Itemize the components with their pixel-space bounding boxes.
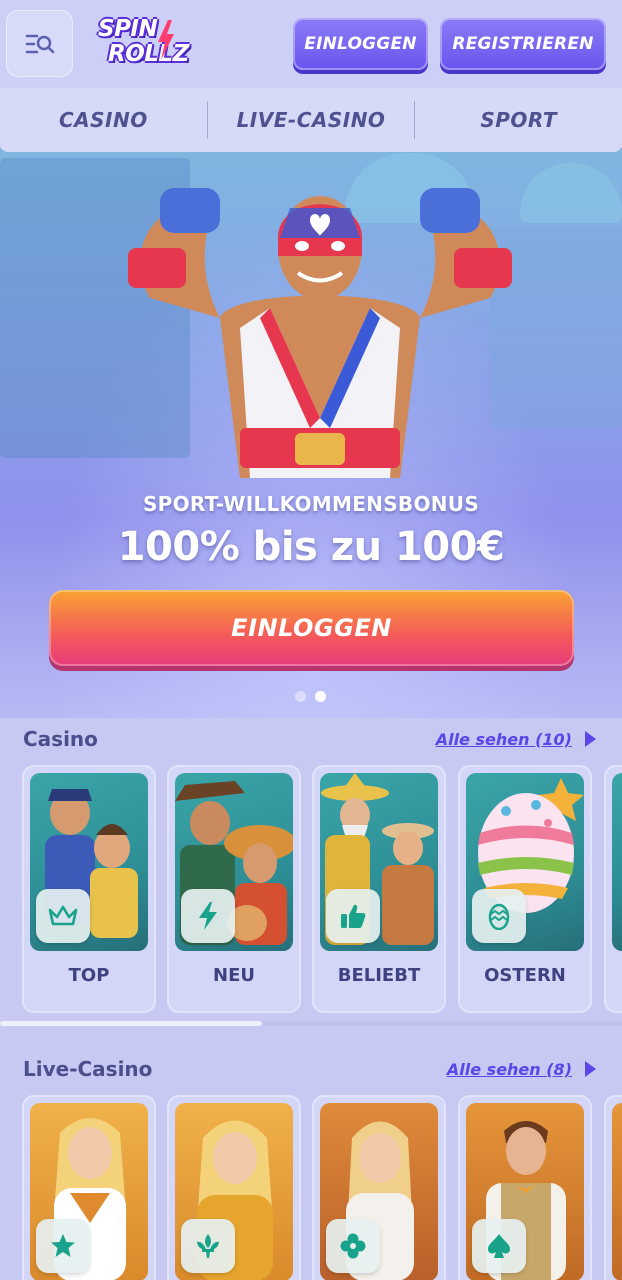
casino-see-all-arrow-icon[interactable] — [585, 731, 596, 747]
card-thumbnail — [612, 773, 622, 951]
casino-scroll-thumb[interactable] — [0, 1021, 262, 1026]
live-casino-see-all-link[interactable]: Alle sehen (8) — [447, 1060, 572, 1079]
header: SPIN ROLLZ EINLOGGEN REGISTRIEREN — [0, 0, 622, 88]
hero-subtitle: SPORT-WILLKOMMENSBONUS — [142, 492, 480, 516]
wrestler-illustration — [128, 188, 512, 478]
tab-live-casino[interactable]: LIVE-CASINO — [208, 108, 415, 132]
casino-see-all-link[interactable]: Alle sehen (10) — [436, 730, 572, 749]
thumbs-up-badge — [326, 889, 380, 943]
logo-line2: ROLLZ — [108, 41, 189, 67]
live-card-2[interactable] — [167, 1095, 301, 1280]
card-label: BELIEBT — [337, 965, 421, 986]
casino-card-top[interactable]: TOP — [22, 765, 156, 1013]
live-card-1[interactable] — [22, 1095, 156, 1280]
logo-bolt-icon — [158, 20, 174, 60]
easter-egg-badge — [472, 889, 526, 943]
casino-card-partial[interactable] — [604, 765, 622, 1013]
live-card-4[interactable] — [458, 1095, 592, 1280]
easter-egg-icon — [488, 903, 510, 930]
card-label: TOP — [68, 965, 110, 986]
crown-icon — [48, 905, 78, 926]
tab-casino[interactable]: CASINO — [0, 108, 207, 132]
hero-bg-structure — [520, 163, 622, 223]
carousel-dot-active[interactable] — [315, 691, 326, 702]
live-card-partial[interactable] — [604, 1095, 622, 1280]
lightning-badge — [181, 889, 235, 943]
casino-card-easter[interactable]: OSTERN — [458, 765, 592, 1013]
lightning-icon — [199, 902, 217, 930]
register-button[interactable]: REGISTRIEREN — [440, 18, 606, 70]
hero-banner[interactable]: SPORT-WILLKOMMENSBONUS 100% bis zu 100€ … — [0, 148, 622, 718]
card-thumbnail — [612, 1103, 622, 1280]
clover-icon — [340, 1233, 366, 1259]
menu-search-button[interactable] — [6, 10, 73, 77]
login-button[interactable]: EINLOGGEN — [293, 18, 428, 70]
spade-icon — [488, 1234, 510, 1258]
live-casino-section-title: Live-Casino — [23, 1057, 153, 1081]
star-badge — [36, 1219, 90, 1273]
casino-card-popular[interactable]: BELIEBT — [312, 765, 446, 1013]
tab-sport[interactable]: SPORT — [415, 108, 622, 132]
live-casino-see-all-arrow-icon[interactable] — [585, 1061, 596, 1077]
clover-badge — [326, 1219, 380, 1273]
carousel-dot[interactable] — [295, 691, 306, 702]
crown-badge — [36, 889, 90, 943]
hero-login-button[interactable]: EINLOGGEN — [49, 590, 574, 666]
star-icon — [51, 1234, 75, 1257]
fleur-de-lis-icon — [197, 1234, 219, 1258]
card-label: NEU — [213, 965, 255, 986]
carousel-dots — [295, 691, 326, 702]
hero-title: 100% bis zu 100€ — [117, 524, 505, 570]
menu-search-icon — [25, 34, 54, 53]
casino-card-new[interactable]: NEU — [167, 765, 301, 1013]
thumbs-up-icon — [341, 904, 366, 928]
spade-badge — [472, 1219, 526, 1273]
category-tabs: CASINO LIVE-CASINO SPORT — [0, 88, 622, 152]
live-card-3[interactable] — [312, 1095, 446, 1280]
card-label: OSTERN — [484, 965, 566, 986]
logo-line1: SPIN — [98, 16, 158, 42]
fleur-de-lis-badge — [181, 1219, 235, 1273]
logo[interactable]: SPIN ROLLZ — [96, 16, 196, 72]
casino-section-title: Casino — [23, 727, 98, 751]
